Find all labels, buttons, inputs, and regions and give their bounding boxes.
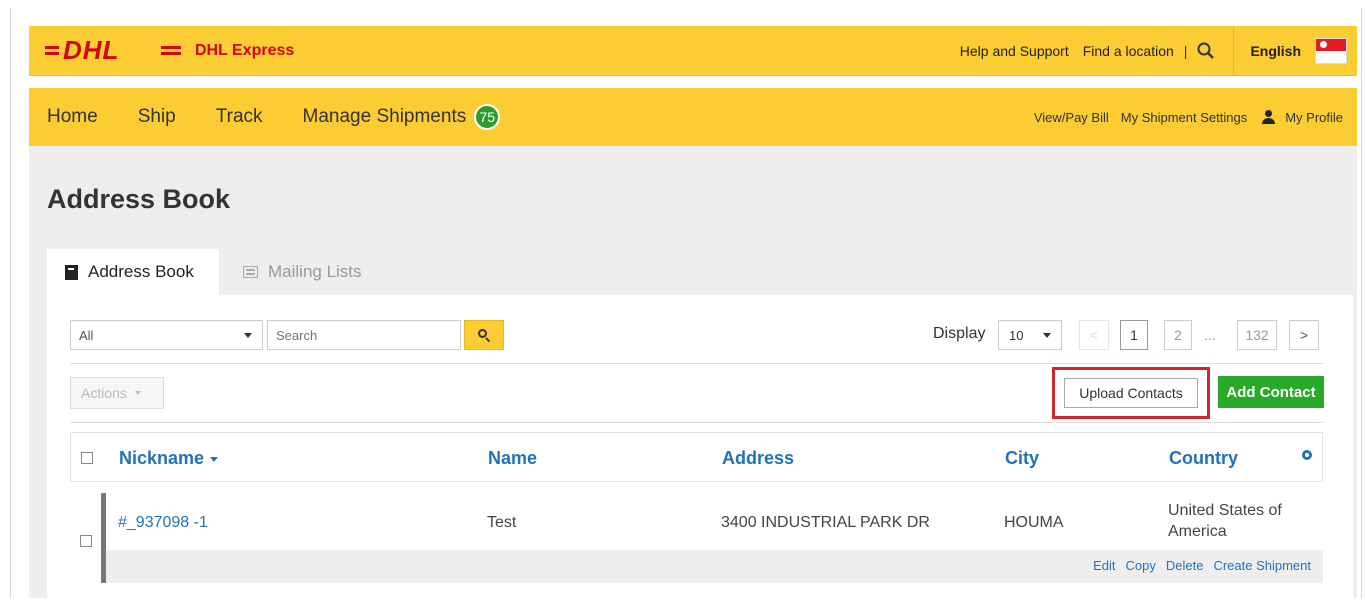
main-nav: Home Ship Track Manage Shipments 75 View/…	[29, 88, 1357, 146]
column-city[interactable]: City	[1005, 448, 1039, 469]
address-book-icon	[65, 264, 78, 280]
search-input[interactable]	[267, 320, 461, 350]
row-name: Test	[487, 514, 517, 531]
page-2-button[interactable]: 2	[1164, 320, 1192, 350]
column-country[interactable]: Country	[1169, 448, 1238, 469]
search-icon[interactable]	[1197, 42, 1215, 60]
column-nickname[interactable]: Nickname	[119, 448, 219, 469]
page-1-button[interactable]: 1	[1120, 320, 1148, 350]
brand-title: DHL Express	[195, 42, 295, 59]
chevron-down-icon	[244, 333, 252, 338]
help-support-link[interactable]: Help and Support	[960, 43, 1069, 59]
filter-select-value: All	[79, 327, 94, 343]
utility-links: Help and Support Find a location | Engli…	[960, 26, 1347, 76]
edit-link[interactable]: Edit	[1093, 558, 1115, 573]
page-last-button[interactable]: 132	[1237, 320, 1277, 350]
page-size-value: 10	[1009, 327, 1024, 343]
actions-dropdown[interactable]: Actions	[70, 377, 164, 409]
search-button[interactable]	[464, 320, 504, 350]
chevron-down-icon	[134, 391, 141, 395]
separator: |	[1183, 43, 1188, 59]
find-location-link[interactable]: Find a location	[1083, 43, 1174, 59]
nav-manage-label: Manage Shipments	[302, 106, 467, 127]
gear-icon[interactable]	[1302, 450, 1312, 460]
table-header: Nickname Name Address City Country	[70, 432, 1323, 482]
page-size-select[interactable]: 10	[998, 320, 1062, 350]
filter-select[interactable]: All	[70, 320, 263, 350]
divider	[70, 422, 1323, 423]
next-page-button[interactable]: >	[1289, 320, 1319, 350]
nav-home[interactable]: Home	[47, 106, 98, 128]
column-name[interactable]: Name	[488, 448, 537, 469]
shipments-count-badge: 75	[474, 104, 501, 130]
shipment-settings-link[interactable]: My Shipment Settings	[1121, 110, 1247, 125]
display-label: Display	[933, 325, 986, 342]
nav-track[interactable]: Track	[216, 106, 263, 128]
my-profile-link[interactable]: My Profile	[1285, 110, 1343, 125]
address-book-panel: All Display 10 < 1 2 ... 132 > Actions U…	[47, 295, 1353, 598]
prev-page-button[interactable]: <	[1079, 320, 1109, 350]
view-pay-bill-link[interactable]: View/Pay Bill	[1034, 110, 1109, 125]
row-city: HOUMA	[1004, 514, 1064, 531]
chevron-down-icon	[1043, 333, 1051, 338]
language-selector[interactable]: English	[1233, 26, 1301, 76]
user-icon	[1261, 110, 1276, 124]
svg-text:DHL: DHL	[63, 38, 119, 62]
select-all-checkbox[interactable]	[81, 452, 93, 464]
column-address[interactable]: Address	[722, 448, 794, 469]
row-address: 3400 INDUSTRIAL PARK DR	[721, 514, 930, 531]
row-country-line1: United States of	[1168, 502, 1282, 519]
copy-link[interactable]: Copy	[1126, 558, 1156, 573]
table-row: #_937098 -1 Test 3400 INDUSTRIAL PARK DR…	[70, 493, 1323, 583]
pagination-ellipsis: ...	[1204, 327, 1216, 343]
sort-down-icon	[210, 456, 219, 462]
upload-contacts-button[interactable]: Upload Contacts	[1064, 378, 1198, 408]
search-icon	[478, 329, 491, 343]
top-header: DHL DHL Express Help and Support Find a …	[29, 26, 1357, 76]
actions-label: Actions	[81, 385, 127, 401]
row-checkbox[interactable]	[80, 535, 92, 547]
create-shipment-link[interactable]: Create Shipment	[1213, 558, 1311, 573]
singapore-flag-icon[interactable]	[1315, 38, 1347, 64]
tab-mailing-lists-label: Mailing Lists	[268, 262, 362, 281]
divider	[70, 363, 1323, 364]
row-country-line2: America	[1168, 523, 1227, 540]
page-title: Address Book	[47, 184, 231, 214]
row-main	[106, 493, 1323, 550]
nav-manage-shipments[interactable]: Manage Shipments 75	[303, 104, 501, 130]
add-contact-button[interactable]: Add Contact	[1218, 376, 1324, 408]
mailing-list-icon	[243, 266, 258, 278]
highlight-box: Upload Contacts	[1052, 367, 1210, 419]
row-nickname-link[interactable]: #_937098 -1	[118, 514, 208, 532]
delete-link[interactable]: Delete	[1166, 558, 1204, 573]
nav-ship[interactable]: Ship	[138, 106, 176, 128]
tab-address-book-label: Address Book	[88, 262, 194, 281]
dhl-logo[interactable]: DHL	[45, 38, 181, 62]
tab-address-book[interactable]: Address Book	[47, 249, 219, 295]
row-action-links: Edit Copy Delete Create Shipment	[1083, 558, 1311, 573]
tab-mailing-lists[interactable]: Mailing Lists	[243, 249, 362, 295]
main-content: Address Book Address Book Mailing Lists …	[29, 146, 1357, 598]
column-nickname-label: Nickname	[119, 448, 205, 468]
